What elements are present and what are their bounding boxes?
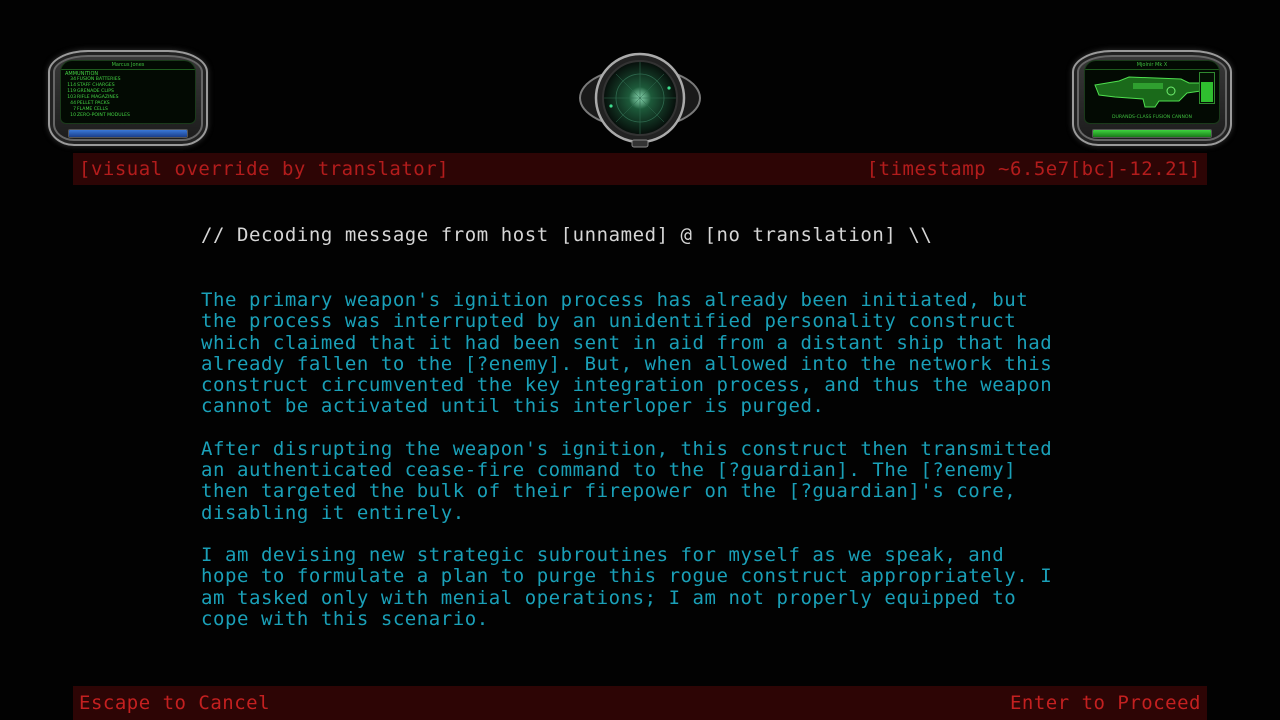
ammo-header: AMMUNITION (65, 71, 99, 77)
inventory-panel: Marcus Jones AMMUNITION 34FUSION BATTERI… (48, 50, 208, 146)
weapon-panel: Mjolnir Mk X DURANDS-CLASS FUSION CANNON (1072, 50, 1232, 146)
message-paragraph: The primary weapon's ignition process ha… (201, 289, 1053, 418)
ammo-count: 10 (70, 113, 76, 118)
ammo-list: 34FUSION BATTERIES 114STAFF CHARGES 119GRE… (61, 77, 195, 119)
ammo-label: PELLET PACKS (77, 101, 110, 106)
weapon-charge-bar-fill (1093, 130, 1211, 137)
weapon-icon (1094, 76, 1202, 108)
message-paragraph: I am devising new strategic subroutines … (201, 543, 1053, 630)
ammo-label: ZERO-POINT MODULES (77, 113, 130, 118)
message-heading: // Decoding message from host [unnamed] … (201, 224, 933, 246)
ammo-label: FLAME CELLS (77, 107, 108, 112)
player-name: Marcus Jones (61, 61, 195, 70)
ammo-row: 10ZERO-POINT MODULES (61, 113, 195, 119)
ammo-label: FUSION BATTERIES (77, 77, 121, 82)
timestamp-label: [timestamp ~6.5e7[bc]-12.21] (866, 158, 1201, 180)
cancel-button[interactable]: Escape to Cancel (79, 692, 270, 714)
ammo-label: GRENADE CLIPS (77, 89, 114, 94)
message-paragraph: After disrupting the weapon's ignition, … (201, 437, 1053, 524)
energy-meter-fill (1201, 81, 1213, 102)
header-bar: [visual override by translator] [timesta… (73, 153, 1207, 185)
message-body: The primary weapon's ignition process ha… (201, 289, 1101, 651)
weapon-charge-bar (1092, 129, 1212, 138)
ammo-label: STAFF CHARGES (77, 83, 115, 88)
ammo-label: RIFLE MAGAZINES (77, 95, 119, 100)
weapon-name: DURANDS-CLASS FUSION CANNON (1112, 115, 1192, 120)
footer-bar: Escape to Cancel Enter to Proceed (73, 686, 1207, 720)
proceed-button[interactable]: Enter to Proceed (1010, 692, 1201, 714)
health-bar-fill (69, 130, 187, 137)
radar-icon (579, 52, 701, 148)
energy-meter (1199, 72, 1215, 104)
weapon-screen: Mjolnir Mk X DURANDS-CLASS FUSION CANNON (1084, 60, 1220, 124)
inventory-screen: Marcus Jones AMMUNITION 34FUSION BATTERI… (60, 60, 196, 124)
translator-override-label: [visual override by translator] (79, 158, 450, 180)
terminal-screen: Marcus Jones AMMUNITION 34FUSION BATTERI… (0, 0, 1280, 720)
health-bar (68, 129, 188, 138)
weapon-title: Mjolnir Mk X (1085, 61, 1219, 70)
